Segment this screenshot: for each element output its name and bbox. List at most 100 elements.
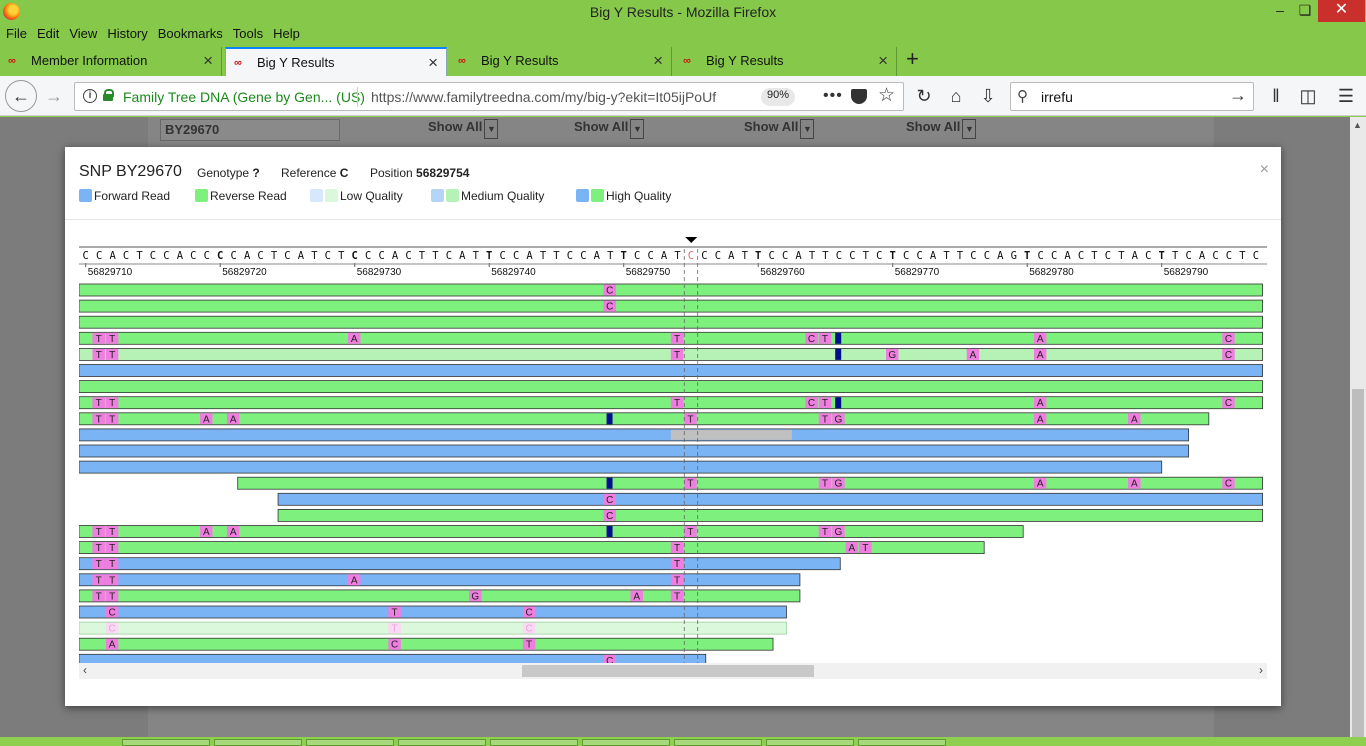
tab-big-y-results-active[interactable]: ∞ Big Y Results × [225,47,447,76]
reference-base: C [96,250,102,262]
reference-base: C [916,250,922,262]
modal-close-icon[interactable]: × [1260,161,1269,179]
read-mismatch-base: T [96,350,102,361]
read-mismatch-base: C [525,624,532,635]
tab-close-icon[interactable]: × [428,53,438,73]
reference-base: C [257,250,263,262]
menu-view[interactable]: View [64,24,102,41]
read-mismatch-base: T [109,591,115,602]
taskbar-item[interactable] [306,739,394,746]
read-bar [79,557,841,571]
menu-history[interactable]: History [102,24,152,41]
read-bar [79,637,774,651]
modal-title: SNP BY29670 [79,163,182,180]
tab-member-information[interactable]: ∞ Member Information × [0,47,222,76]
taskbar-item[interactable] [858,739,946,746]
read-mismatch-base: C [109,624,116,635]
menu-tools[interactable]: Tools [228,24,268,41]
taskbar-item[interactable] [582,739,670,746]
restore-icon[interactable]: ❏ [1291,0,1319,22]
read-deletion [606,477,613,489]
genotype-info: Genotype ? [197,166,260,180]
read-mismatch-base: T [96,414,102,425]
download-icon[interactable]: ⇩ [974,82,1002,110]
new-tab-plus-icon[interactable]: + [906,46,919,72]
reference-base: T [473,250,480,262]
reference-base: T [1239,250,1246,262]
reference-base: C [769,250,775,262]
medium-reverse-swatch [446,189,459,202]
sidebar-icon[interactable]: ◫ [1294,82,1322,110]
read-mismatch-base: T [674,575,680,586]
read-mismatch-base: T [109,527,115,538]
taskbar-item[interactable] [398,739,486,746]
home-icon[interactable]: ⌂ [942,82,970,110]
reload-icon[interactable]: ↻ [910,82,938,110]
lock-icon[interactable] [103,89,114,101]
taskbar-item[interactable] [214,739,302,746]
reference-base: T [540,250,547,262]
read-deletion [606,526,613,537]
forward-arrow-icon[interactable]: → [40,82,68,110]
scroll-up-icon[interactable]: ▲ [1353,120,1362,130]
tab-close-icon[interactable]: × [653,51,663,71]
tab-big-y-results-3[interactable]: ∞ Big Y Results × [675,47,897,76]
read-alignment-viewer[interactable]: CCACTCCACCCCACTCATCTCCCACTTCATTCCATTCCAT… [79,235,1267,663]
url-bar[interactable]: i Family Tree DNA (Gene by Gen... (US) h… [74,82,904,111]
read-mismatch-base: T [674,334,680,345]
taskbar-item[interactable] [674,739,762,746]
taskbar-item[interactable] [490,739,578,746]
site-identity[interactable]: Family Tree DNA (Gene by Gen... (US) [123,89,365,105]
page-actions-more-icon[interactable]: ••• [823,87,843,105]
minimize-icon[interactable]: – [1266,0,1294,22]
ftdna-favicon-icon: ∞ [234,57,242,69]
taskbar-item[interactable] [122,739,210,746]
menu-edit[interactable]: Edit [32,24,64,41]
select-label: Show All [744,119,799,134]
menu-help[interactable]: Help [268,24,305,41]
read-mismatch-base: C [808,334,815,345]
scroll-right-icon[interactable]: › [1259,663,1263,677]
scrollbar-thumb[interactable] [1352,389,1364,746]
library-icon[interactable]: ‖ [1262,82,1290,110]
scroll-left-icon[interactable]: ‹ [83,663,87,677]
chevron-down-icon: ▼ [962,119,977,139]
url-text[interactable]: https://www.familytreedna.com/my/big-y?e… [371,89,727,105]
read-mismatch-base: A [351,575,358,586]
zoom-indicator[interactable]: 90% [761,88,796,106]
search-bar[interactable]: ⚲ irrefu → [1010,82,1254,111]
reference-base: C [163,250,169,262]
page-vertical-scrollbar[interactable]: ▲ [1350,117,1366,746]
close-window-icon[interactable]: ✕ [1318,0,1365,22]
snp-detail-modal: SNP BY29670 Genotype ? Reference C Posit… [65,147,1281,706]
bookmark-star-icon[interactable]: ☆ [878,84,895,107]
tab-close-icon[interactable]: × [878,51,888,71]
read-bar [79,380,1263,394]
ruler-tick-label: 56829740 [491,267,536,278]
read-mismatch-base: T [822,398,828,409]
scrollbar-thumb[interactable] [522,665,814,677]
read-mismatch-base: T [687,527,693,538]
read-mismatch-base: A [203,527,210,538]
read-bar [79,573,801,587]
read-mismatch-base: C [109,608,116,619]
high-forward-swatch [576,189,589,202]
menu-file[interactable]: File [0,24,32,41]
reference-base: C [150,250,156,262]
taskbar-item[interactable] [766,739,854,746]
search-go-arrow-icon[interactable]: → [1229,85,1247,106]
search-input[interactable]: irrefu [1041,89,1073,105]
info-icon[interactable]: i [83,89,97,103]
legend-label: High Quality [606,189,672,203]
menu-bookmarks[interactable]: Bookmarks [153,24,228,41]
tab-close-icon[interactable]: × [203,51,213,71]
ruler-tick-label: 56829770 [895,267,940,278]
read-mismatch-base: C [606,495,613,506]
tab-big-y-results-2[interactable]: ∞ Big Y Results × [450,47,672,76]
reference-base: C [701,250,707,262]
hamburger-menu-icon[interactable]: ☰ [1332,82,1360,110]
pocket-icon[interactable] [851,89,867,104]
read-mismatch-base: A [1037,398,1044,409]
viewer-horizontal-scrollbar[interactable]: ‹ › [79,663,1267,679]
back-arrow-icon[interactable]: ← [5,80,37,112]
